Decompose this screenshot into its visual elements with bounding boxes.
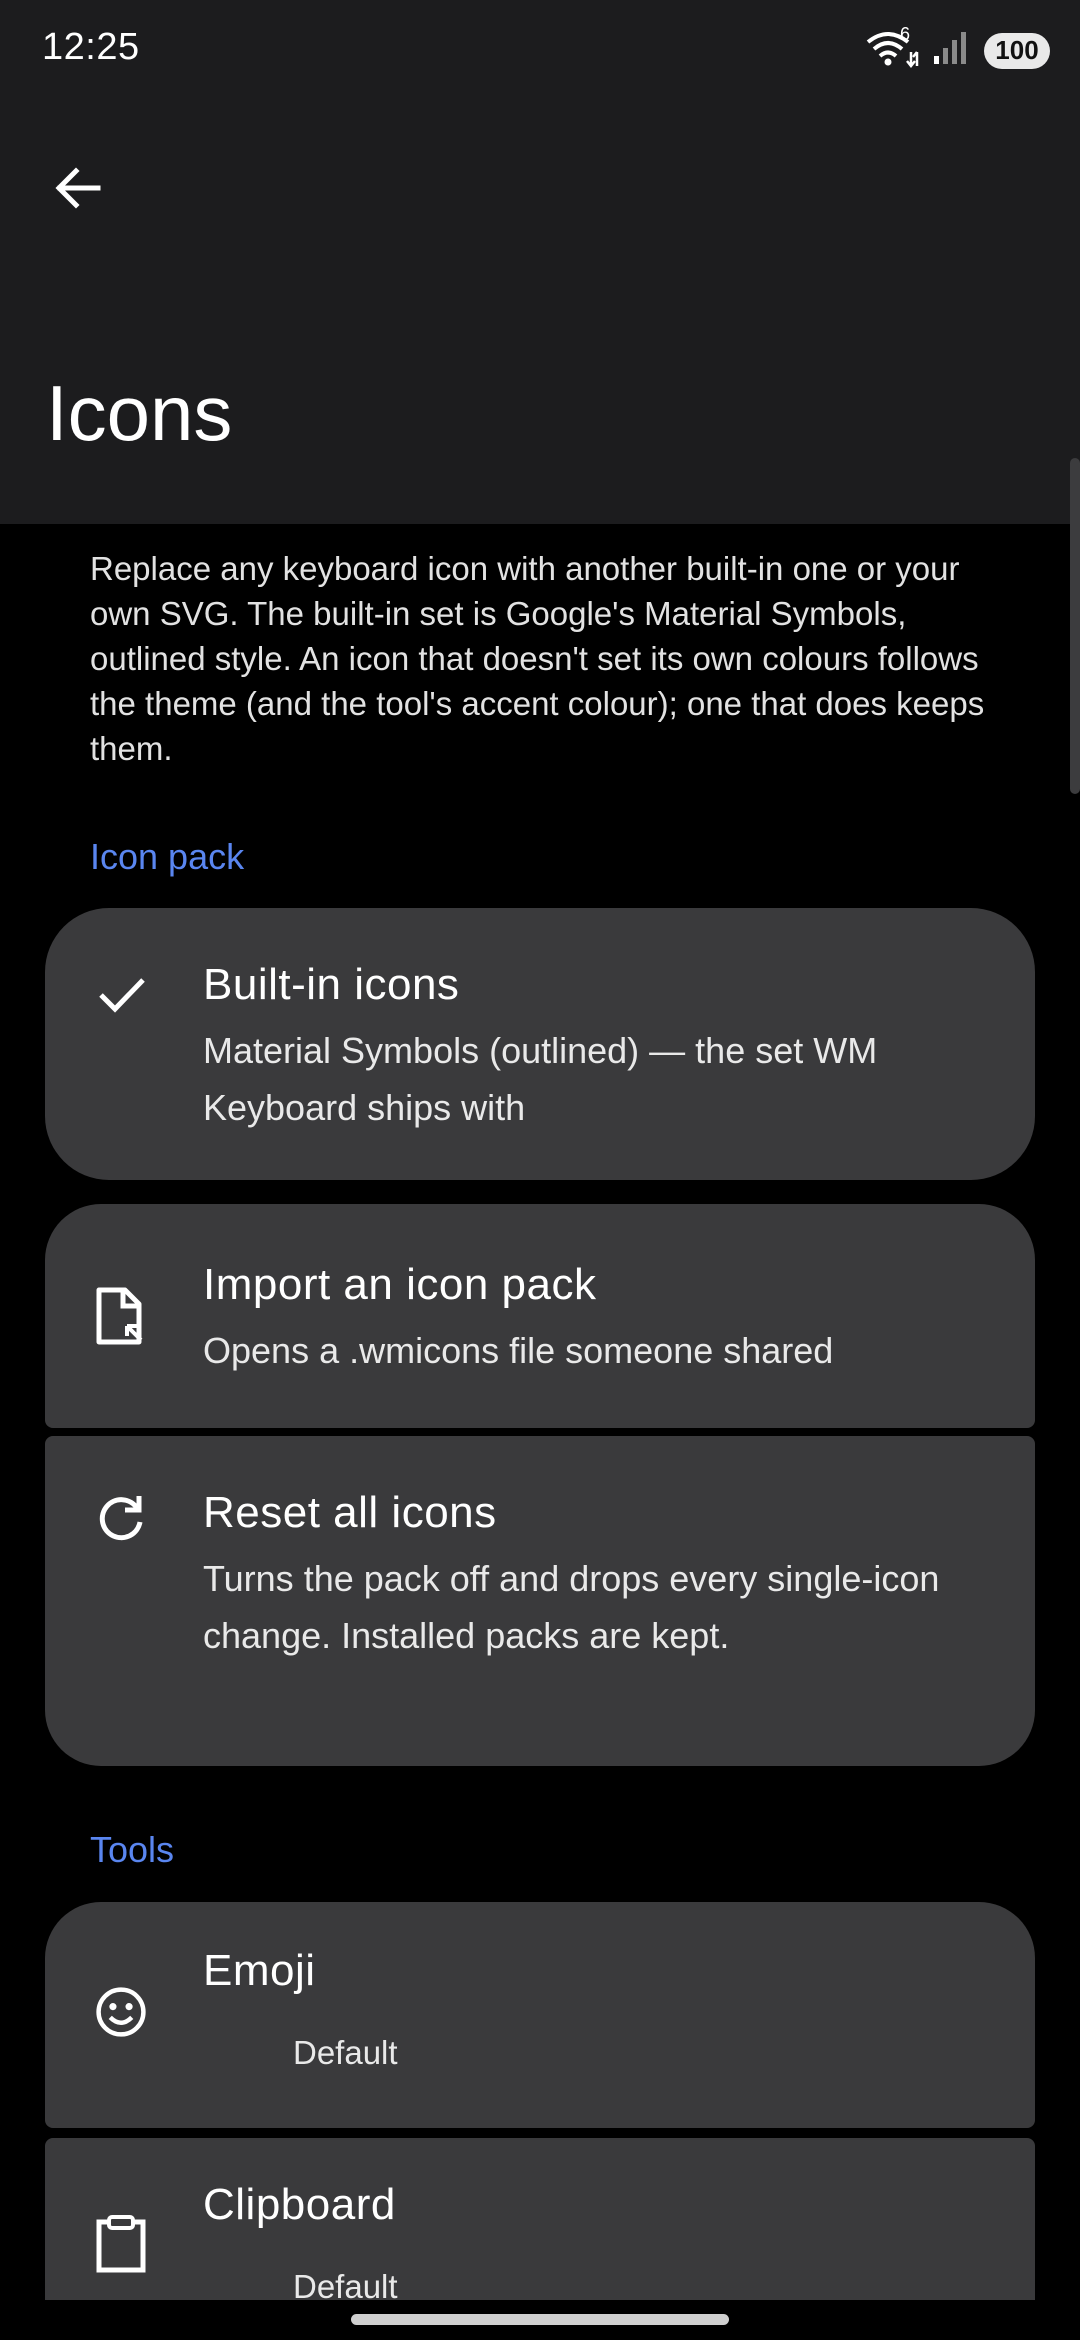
tool-value: Default: [293, 2034, 398, 2071]
option-title: Import an icon pack: [203, 1260, 597, 1309]
gesture-nav-handle[interactable]: [351, 2314, 729, 2325]
option-reset-all-icons[interactable]: Reset all icons Turns the pack off and d…: [45, 1436, 1035, 1766]
option-import-icon-pack[interactable]: Import an icon pack Opens a .wmicons fil…: [45, 1204, 1035, 1428]
tool-title: Clipboard: [203, 2180, 396, 2229]
status-time: 12:25: [42, 26, 140, 68]
option-built-in-icons[interactable]: Built-in icons Material Symbols (outline…: [45, 908, 1035, 1180]
option-subtitle: Material Symbols (outlined) — the set WM…: [203, 1030, 878, 1128]
top-app-bar: 12:25 6 100 Icons: [0, 0, 1080, 524]
back-button[interactable]: [40, 150, 116, 226]
option-subtitle: Opens a .wmicons file someone shared: [203, 1330, 834, 1371]
file-import-icon: [95, 1287, 147, 1345]
status-icons: 6 100: [864, 24, 1050, 73]
icons-settings-screen: 12:25 6 100 Icons Replace any keyboard i…: [0, 0, 1080, 2340]
tool-title: Emoji: [203, 1946, 316, 1995]
scrollbar[interactable]: [1070, 458, 1080, 794]
arrow-back-icon: [55, 167, 101, 209]
section-header-icon-pack: Icon pack: [90, 836, 245, 877]
tool-item-emoji[interactable]: Emoji Default: [45, 1902, 1035, 2128]
battery-indicator: 100: [984, 32, 1050, 69]
option-subtitle: Turns the pack off and drops every singl…: [203, 1558, 940, 1656]
page-title: Icons: [46, 369, 233, 457]
check-icon: [95, 968, 147, 1020]
section-header-tools: Tools: [90, 1829, 175, 1870]
refresh-icon: [95, 1492, 147, 1544]
intro-text: Replace any keyboard icon with another b…: [90, 550, 985, 767]
option-title: Built-in icons: [203, 960, 460, 1009]
wifi-icon: [864, 28, 920, 73]
option-title: Reset all icons: [203, 1488, 497, 1537]
wifi-generation-label: 6: [900, 24, 911, 44]
smiley-icon: [95, 1986, 147, 2038]
clipboard-icon: [95, 2215, 147, 2273]
cellular-signal-icon: [932, 30, 972, 71]
